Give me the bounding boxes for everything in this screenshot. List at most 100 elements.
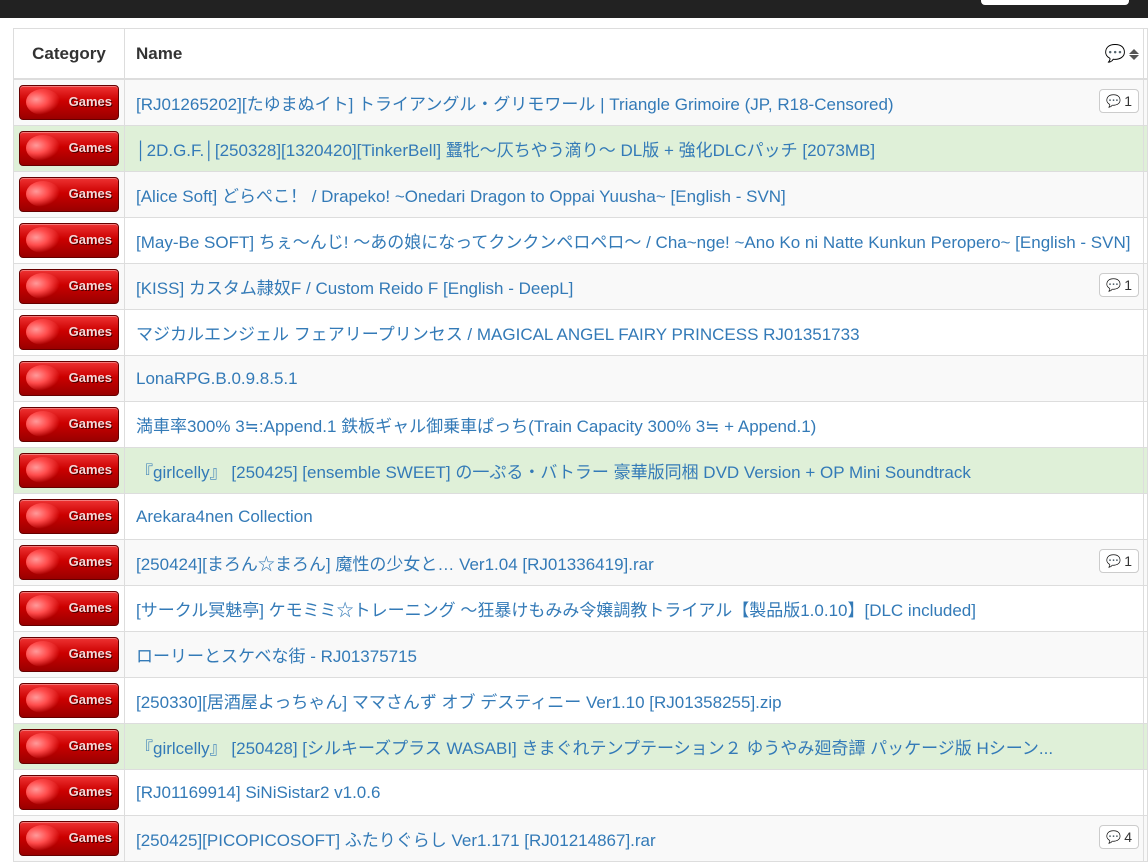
category-badge-games[interactable]: Games	[19, 407, 119, 442]
category-badge-games[interactable]: Games	[19, 729, 119, 764]
name-wrap: [May-Be SOFT] ちぇ～んじ! ～あの娘になってクンクンペロペロ～ /…	[136, 228, 1135, 253]
torrent-link[interactable]: [May-Be SOFT] ちぇ～んじ! ～あの娘になってクンクンペロペロ～ /…	[136, 233, 1130, 252]
comments-cell	[1143, 769, 1148, 816]
name-cell: [KISS] カスタム隷奴F / Custom Reido F [English…	[124, 263, 1144, 310]
comments-cell	[1143, 263, 1148, 310]
games-logo-icon	[26, 227, 60, 253]
category-badge-games[interactable]: Games	[19, 453, 119, 488]
torrent-link[interactable]: ローリーとスケベな街 - RJ01375715	[136, 647, 417, 666]
name-wrap: 『girlcelly』 [250425] [ensemble SWEET] の一…	[136, 458, 1135, 483]
category-label: Games	[68, 738, 112, 753]
category-badge-games[interactable]: Games	[19, 499, 119, 534]
category-label: Games	[68, 692, 112, 707]
games-logo-icon	[26, 181, 60, 207]
category-cell: Games	[13, 125, 125, 172]
comments-cell	[1143, 309, 1148, 356]
comment-count-badge[interactable]: 💬 4	[1099, 825, 1139, 849]
name-cell: Arekara4nen Collection	[124, 493, 1144, 540]
category-cell: Games	[13, 217, 125, 264]
torrent-link[interactable]: [250425][PICOPICOSOFT] ふたりぐらし Ver1.171 […	[136, 831, 656, 850]
category-badge-games[interactable]: Games	[19, 269, 119, 304]
comment-count-badge[interactable]: 💬 1	[1099, 549, 1139, 573]
comment-icon: 💬	[1106, 94, 1122, 108]
table-row: Games [May-Be SOFT] ちぇ～んじ! ～あの娘になってクンクンペ…	[13, 217, 1148, 264]
sort-icon	[1129, 48, 1139, 60]
search-input[interactable]	[981, 0, 1129, 5]
torrent-link[interactable]: │2D.G.F.│[250328][1320420][TinkerBell] 蠶…	[136, 141, 875, 160]
category-badge-games[interactable]: Games	[19, 545, 119, 580]
comment-icon: 💬	[1106, 554, 1122, 568]
category-cell: Games	[13, 631, 125, 678]
name-wrap: [サークル冥魅亭] ケモミミ☆トレーニング ～狂暴けもみみ令嬢調教トライアル【製…	[136, 596, 1135, 621]
category-badge-games[interactable]: Games	[19, 315, 119, 350]
games-logo-icon	[26, 733, 60, 759]
games-logo-icon	[26, 411, 60, 437]
torrent-link[interactable]: Arekara4nen Collection	[136, 507, 313, 526]
torrent-link[interactable]: 満車率300% 3≒:Append.1 鉄板ギャル御乗車ぱっち(Train Ca…	[136, 417, 816, 436]
category-badge-games[interactable]: Games	[19, 637, 119, 672]
category-badge-games[interactable]: Games	[19, 775, 119, 810]
comments-sort-header[interactable]: 💬	[1105, 44, 1139, 64]
torrent-link[interactable]: [Alice Soft] どらぺこ！ / Drapeko! ~Onedari D…	[136, 187, 786, 206]
comment-count: 1	[1124, 553, 1132, 569]
name-cell: 満車率300% 3≒:Append.1 鉄板ギャル御乗車ぱっち(Train Ca…	[124, 401, 1144, 448]
games-logo-icon	[26, 365, 60, 391]
name-column-header[interactable]: Name 💬	[124, 28, 1144, 80]
table-row: Games │2D.G.F.│[250328][1320420][TinkerB…	[13, 125, 1148, 172]
torrent-link[interactable]: [250424][まろん☆まろん] 魔性の少女と… Ver1.04 [RJ013…	[136, 555, 654, 574]
table-row: Games 『girlcelly』 [250428] [シルキーズプラス WAS…	[13, 723, 1148, 770]
comment-count: 1	[1124, 277, 1132, 293]
category-badge-games[interactable]: Games	[19, 177, 119, 212]
torrent-table: Category Name 💬 Games [RJ01265202][たゆまぬイ…	[13, 28, 1148, 862]
category-badge-games[interactable]: Games	[19, 223, 119, 258]
category-badge-games[interactable]: Games	[19, 131, 119, 166]
table-row: Games [サークル冥魅亭] ケモミミ☆トレーニング ～狂暴けもみみ令嬢調教ト…	[13, 585, 1148, 632]
comments-cell	[1143, 585, 1148, 632]
comments-cell	[1143, 401, 1148, 448]
category-label: Games	[68, 600, 112, 615]
comment-icon: 💬	[1106, 278, 1122, 292]
category-cell: Games	[13, 539, 125, 586]
torrent-link[interactable]: 『girlcelly』 [250428] [シルキーズプラス WASABI] き…	[136, 739, 1053, 758]
comment-count: 4	[1124, 829, 1132, 845]
torrent-link[interactable]: 『girlcelly』 [250425] [ensemble SWEET] の一…	[136, 463, 971, 482]
category-label: Games	[68, 140, 112, 155]
torrent-link[interactable]: LonaRPG.B.0.9.8.5.1	[136, 369, 298, 388]
games-logo-icon	[26, 779, 60, 805]
comments-cell	[1143, 171, 1148, 218]
comments-cell	[1143, 355, 1148, 402]
category-label: Games	[68, 370, 112, 385]
torrent-link[interactable]: マジカルエンジェル フェアリープリンセス / MAGICAL ANGEL FAI…	[136, 325, 860, 344]
name-wrap: │2D.G.F.│[250328][1320420][TinkerBell] 蠶…	[136, 136, 1135, 161]
name-cell: 『girlcelly』 [250428] [シルキーズプラス WASABI] き…	[124, 723, 1144, 770]
torrent-link[interactable]: [サークル冥魅亭] ケモミミ☆トレーニング ～狂暴けもみみ令嬢調教トライアル【製…	[136, 601, 976, 620]
category-badge-games[interactable]: Games	[19, 683, 119, 718]
comment-count-badge[interactable]: 💬 1	[1099, 273, 1139, 297]
comment-icon: 💬	[1106, 830, 1122, 844]
category-badge-games[interactable]: Games	[19, 591, 119, 626]
category-badge-games[interactable]: Games	[19, 85, 119, 120]
name-wrap: マジカルエンジェル フェアリープリンセス / MAGICAL ANGEL FAI…	[136, 320, 1135, 345]
table-header-row: Category Name 💬	[13, 28, 1148, 80]
torrent-link[interactable]: [RJ01265202][たゆまぬイト] トライアングル・グリモワール | Tr…	[136, 95, 894, 114]
games-logo-icon	[26, 457, 60, 483]
torrent-link[interactable]: [250330][居酒屋よっちゃん] ママさんず オブ デスティニー Ver1.…	[136, 693, 782, 712]
name-wrap: [RJ01265202][たゆまぬイト] トライアングル・グリモワール | Tr…	[136, 89, 1139, 115]
category-label: Games	[68, 278, 112, 293]
category-label: Games	[68, 186, 112, 201]
category-label: Games	[68, 508, 112, 523]
category-badge-games[interactable]: Games	[19, 361, 119, 396]
games-logo-icon	[26, 503, 60, 529]
table-row: Games マジカルエンジェル フェアリープリンセス / MAGICAL ANG…	[13, 309, 1148, 356]
torrent-link[interactable]: [KISS] カスタム隷奴F / Custom Reido F [English…	[136, 279, 573, 298]
torrent-link[interactable]: [RJ01169914] SiNiSistar2 v1.0.6	[136, 783, 380, 802]
name-cell: [250330][居酒屋よっちゃん] ママさんず オブ デスティニー Ver1.…	[124, 677, 1144, 724]
category-cell: Games	[13, 769, 125, 816]
name-cell: [RJ01265202][たゆまぬイト] トライアングル・グリモワール | Tr…	[124, 78, 1144, 126]
name-cell: LonaRPG.B.0.9.8.5.1	[124, 355, 1144, 402]
category-column-header[interactable]: Category	[13, 28, 125, 80]
table-row: Games LonaRPG.B.0.9.8.5.1	[13, 355, 1148, 402]
comment-count-badge[interactable]: 💬 1	[1099, 89, 1139, 113]
games-logo-icon	[26, 595, 60, 621]
category-cell: Games	[13, 585, 125, 632]
